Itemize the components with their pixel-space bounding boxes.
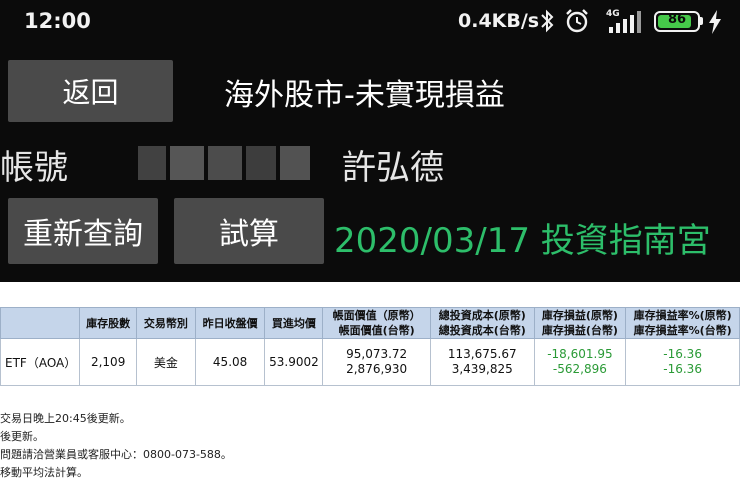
- holding-pnl: -18,601.95 -562,896: [533, 338, 627, 386]
- back-button[interactable]: 返回: [8, 60, 173, 122]
- account-number-mask: [280, 146, 310, 180]
- col-header-pnl-rate: 庫存損益率%(原幣) 庫存損益率%(台幣): [625, 307, 740, 339]
- battery-percentage: 86: [667, 12, 687, 27]
- battery-tip: [700, 17, 703, 25]
- network-speed: 0.4KB/s: [458, 10, 540, 32]
- col-header-prev-close: 昨日收盤價: [194, 307, 266, 339]
- requery-button[interactable]: 重新查詢: [8, 198, 158, 264]
- footnote-line: 後更新。: [0, 430, 44, 443]
- col-header-shares: 庫存股數: [79, 307, 138, 339]
- account-label: 帳號: [0, 148, 68, 188]
- alarm-clock-icon: [566, 9, 588, 33]
- pnl-twd: -562,896: [552, 362, 607, 376]
- unrealized-pnl-table: 庫存股數 交易幣別 昨日收盤價 買進均價 帳面價值（原幣） 帳面價值(台幣) 總…: [0, 307, 740, 386]
- col-header-total-cost-twd: 總投資成本(台幣): [438, 324, 526, 337]
- footnote-line: 移動平均法計算。: [0, 466, 88, 479]
- charging-bolt-icon: [709, 10, 721, 34]
- account-holder-name: 許弘德: [342, 148, 444, 188]
- col-header-pnl-twd: 庫存損益(台幣): [541, 324, 618, 337]
- account-number-mask: [170, 146, 204, 180]
- col-header-avg-price: 買進均價: [264, 307, 324, 339]
- col-header-pnl-rate-orig: 庫存損益率%(原幣): [633, 309, 732, 322]
- app-top-panel: 12:00 0.4KB/s 4G 86 返回 海外股市-未實現損益 帳號 許弘德…: [0, 0, 740, 282]
- pnl-orig: -18,601.95: [547, 347, 613, 361]
- holding-pnl-rate: -16.36 -16.36: [625, 338, 740, 386]
- col-header-pnl-rate-twd: 庫存損益率%(台幣): [633, 324, 732, 337]
- book-value-orig: 95,073.72: [346, 347, 408, 361]
- col-header-currency: 交易幣別: [136, 307, 196, 339]
- query-date-label: 2020/03/17 投資指南宮: [334, 221, 711, 261]
- status-bar: 12:00 0.4KB/s 4G 86: [0, 0, 740, 44]
- holding-shares: 2,109: [79, 338, 138, 386]
- pnl-rate-twd: -16.36: [663, 362, 702, 376]
- table-row[interactable]: ETF（AOA） 2,109 美金 45.08 53.9002 95,073.7…: [0, 338, 740, 386]
- status-time: 12:00: [24, 9, 91, 33]
- total-cost-orig: 113,675.67: [447, 347, 517, 361]
- col-header-book-value-orig: 帳面價值（原幣）: [332, 309, 421, 322]
- col-header-total-cost-orig: 總投資成本(原幣): [438, 309, 526, 322]
- holding-name: ETF（AOA）: [0, 338, 81, 386]
- holding-prev-close: 45.08: [194, 338, 266, 386]
- col-header-pnl-orig: 庫存損益(原幣): [541, 309, 618, 322]
- pnl-rate-orig: -16.36: [663, 347, 702, 361]
- bluetooth-icon: [541, 9, 554, 33]
- footnote-line: 交易日晚上20:45後更新。: [0, 412, 131, 425]
- holding-avg-price: 53.9002: [264, 338, 324, 386]
- footnote-line: 問題請洽營業員或客服中心：0800-073-588。: [0, 448, 232, 461]
- col-header-pnl: 庫存損益(原幣) 庫存損益(台幣): [533, 307, 627, 339]
- page-title: 海外股市-未實現損益: [224, 78, 505, 113]
- calculate-button[interactable]: 試算: [174, 198, 324, 264]
- col-header-book-value-twd: 帳面價值(台幣): [338, 324, 415, 337]
- holding-book-value: 95,073.72 2,876,930: [322, 338, 431, 386]
- holding-total-cost: 113,675.67 3,439,825: [429, 338, 535, 386]
- battery-indicator: 86: [654, 11, 700, 32]
- table-header-row: 庫存股數 交易幣別 昨日收盤價 買進均價 帳面價值（原幣） 帳面價值(台幣) 總…: [0, 307, 740, 339]
- total-cost-twd: 3,439,825: [451, 362, 513, 376]
- col-header-book-value: 帳面價值（原幣） 帳面價值(台幣): [322, 307, 431, 339]
- col-header-name: [0, 307, 81, 339]
- account-number-mask: [246, 146, 276, 180]
- book-value-twd: 2,876,930: [346, 362, 408, 376]
- account-number-mask: [208, 146, 242, 180]
- footnotes: 交易日晚上20:45後更新。 後更新。 問題請洽營業員或客服中心：0800-07…: [0, 410, 232, 482]
- holding-currency: 美金: [136, 338, 196, 386]
- account-number-mask: [138, 146, 166, 180]
- col-header-total-cost: 總投資成本(原幣) 總投資成本(台幣): [429, 307, 535, 339]
- cellular-signal-icon: [609, 11, 641, 33]
